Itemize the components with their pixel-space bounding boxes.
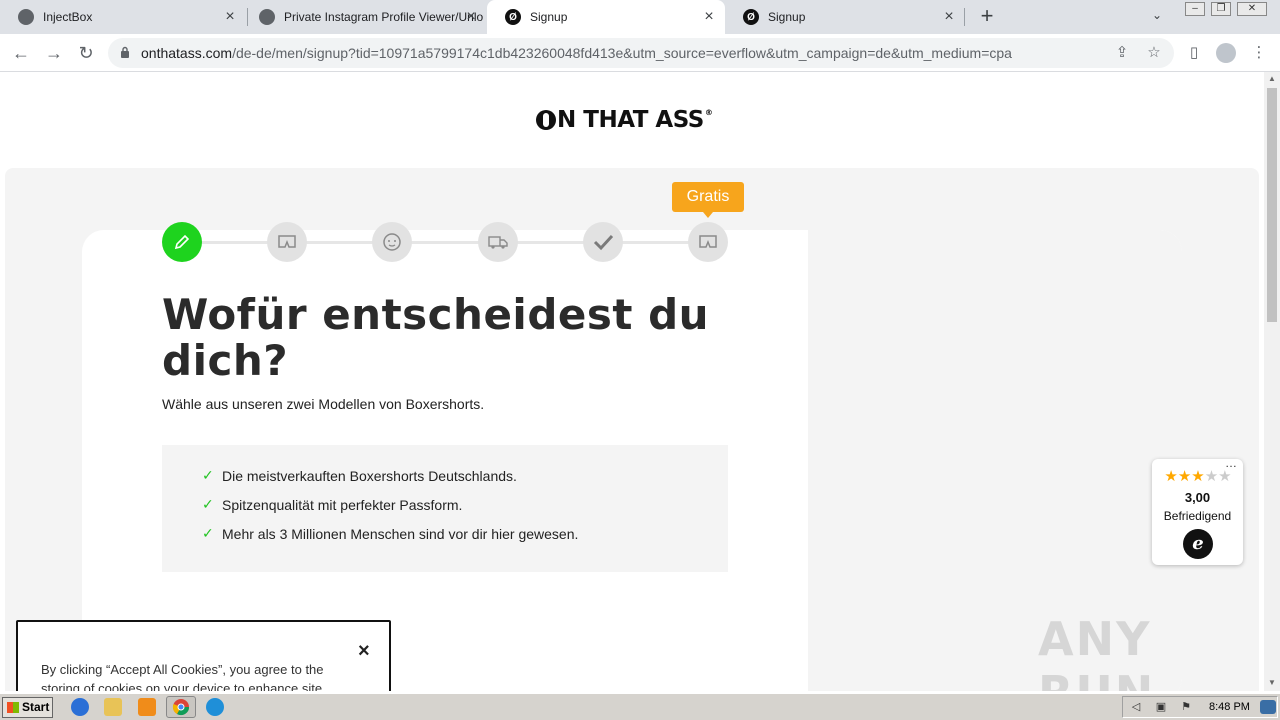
network-icon[interactable]: ▣ [1154, 701, 1168, 714]
benefit-text: Spitzenqualität mit perfekter Passform. [222, 496, 463, 513]
show-desktop-icon[interactable] [1260, 700, 1276, 714]
profile-avatar-icon[interactable] [1216, 43, 1236, 63]
logo-mark-icon [536, 110, 556, 130]
anyrun-watermark: ANY RUN [1038, 612, 1153, 691]
gratis-badge: Gratis [672, 182, 744, 218]
benefit-text: Die meistverkauften Boxershorts Deutschl… [222, 467, 517, 484]
tab-divider [964, 8, 965, 26]
close-icon[interactable]: × [941, 9, 957, 25]
tab-injectbox[interactable]: InjectBox × [0, 0, 246, 34]
scroll-down-icon[interactable]: ▼ [1267, 678, 1277, 687]
page-scrollbar[interactable]: ▲ ▼ [1264, 72, 1280, 691]
benefit-item: ✓ Spitzenqualität mit perfekter Passform… [202, 496, 462, 513]
checkmark-icon: ✓ [202, 525, 214, 541]
tab-strip: InjectBox × Private Instagram Profile Vi… [0, 0, 1280, 34]
trusted-shops-e-icon: e [1183, 529, 1213, 559]
checkmark-icon: ✓ [202, 496, 214, 512]
globe-icon [259, 9, 275, 25]
step-gift-underwear-icon [688, 222, 728, 262]
ie-icon[interactable] [71, 698, 89, 716]
logo-registered: ® [704, 108, 713, 117]
checkmark-icon: ✓ [202, 467, 214, 483]
cookie-close-button[interactable]: × [358, 640, 370, 663]
rating-score: 3,00 [1184, 490, 1211, 505]
tab-signup[interactable]: Ø Signup × [725, 0, 965, 34]
rating-stars: ★★★★★ [1158, 467, 1238, 485]
explorer-folder-icon[interactable] [104, 698, 122, 716]
lock-icon[interactable] [120, 46, 130, 59]
star-empty-icon: ★ [1218, 468, 1232, 485]
cookie-consent-banner: × By clicking “Accept All Cookies”, you … [16, 620, 391, 691]
step-face-icon [372, 222, 412, 262]
tab-title: Signup [768, 10, 806, 24]
window-close-button[interactable]: ✕ [1237, 2, 1267, 16]
media-player-icon[interactable] [138, 698, 156, 716]
benefit-item: ✓ Die meistverkauften Boxershorts Deutsc… [202, 467, 517, 484]
star-filled-icon: ★ [1191, 468, 1205, 485]
share-icon[interactable]: ⇪ [1114, 45, 1130, 61]
benefit-item: ✓ Mehr als 3 Millionen Menschen sind vor… [202, 525, 578, 542]
flag-icon[interactable]: ⚑ [1179, 701, 1193, 714]
step-truck-icon [478, 222, 518, 262]
forward-button[interactable]: → [43, 42, 65, 64]
star-filled-icon: ★ [1164, 468, 1178, 485]
benefit-text: Mehr als 3 Millionen Menschen sind vor d… [222, 525, 579, 542]
rating-grade: Befriedigend [1163, 509, 1232, 523]
stepper-track [182, 241, 708, 244]
page-subtitle: Wähle aus unseren zwei Modellen von Boxe… [162, 396, 485, 412]
tab-title: Private Instagram Profile Viewer/Unlo [284, 10, 484, 24]
url-host: onthatass.com [141, 45, 233, 61]
logo-text: N THAT ASS [557, 107, 704, 133]
side-panel-icon[interactable]: ▯ [1184, 43, 1204, 63]
windows-logo-icon [7, 702, 19, 713]
system-tray: ◁ ▣ ⚑ 8:48 PM [1122, 696, 1278, 718]
tab-signup-active[interactable]: Ø Signup × [487, 0, 725, 34]
tab-instagram-viewer[interactable]: Private Instagram Profile Viewer/Unlo × [241, 0, 487, 34]
step-checkmark-icon [583, 222, 623, 262]
scroll-up-icon[interactable]: ▲ [1267, 74, 1277, 83]
browser-toolbar: ← → ↻ onthatass.com/de-de/men/signup?tid… [0, 34, 1280, 72]
tab-title: InjectBox [43, 10, 93, 24]
url-text: onthatass.com/de-de/men/signup?tid=10971… [141, 45, 1012, 61]
progress-stepper [162, 222, 728, 262]
close-icon[interactable]: × [463, 9, 479, 25]
star-empty-icon: ★ [1204, 468, 1219, 485]
scrollbar-thumb[interactable] [1267, 88, 1277, 322]
restore-button[interactable]: ❐ [1211, 2, 1231, 16]
windows-taskbar: Start ◁ ▣ ⚑ 8:48 PM [0, 693, 1280, 720]
volume-icon[interactable]: ◁ [1129, 701, 1143, 714]
tab-title: Signup [530, 10, 568, 24]
globe-icon [18, 9, 34, 25]
close-icon[interactable]: × [222, 9, 238, 25]
reload-button[interactable]: ↻ [75, 42, 97, 64]
minimize-button[interactable]: – [1185, 2, 1205, 16]
chrome-taskbar-button[interactable] [166, 696, 196, 718]
start-label: Start [22, 700, 50, 714]
page-title: Wofür entscheidest du dich? [162, 290, 710, 385]
tab-search-chevron-down-icon[interactable]: ⌄ [1152, 8, 1162, 22]
edge-icon[interactable] [206, 698, 224, 716]
address-bar[interactable]: onthatass.com/de-de/men/signup?tid=10971… [108, 38, 1174, 68]
cookie-text: By clicking “Accept All Cookies”, you ag… [41, 662, 324, 691]
onthatass-favicon-icon: Ø [743, 9, 759, 25]
onthatass-favicon-icon: Ø [505, 9, 521, 25]
start-button[interactable]: Start [2, 697, 53, 718]
menu-kebab-icon[interactable]: ⋮ [1249, 43, 1269, 63]
new-tab-button[interactable]: + [977, 5, 997, 27]
benefits-box: ✓ Die meistverkauften Boxershorts Deutsc… [162, 445, 728, 572]
trusted-shops-badge[interactable]: … ★★★★★ 3,00 Befriedigend e [1152, 456, 1243, 565]
back-button[interactable]: ← [10, 42, 32, 64]
site-logo[interactable]: N THAT ASS ® [536, 107, 713, 133]
url-path: /de-de/men/signup?tid=10971a5799174c1db4… [232, 45, 1012, 61]
bookmark-star-icon[interactable]: ☆ [1146, 45, 1162, 61]
close-icon[interactable]: × [701, 9, 717, 25]
page-viewport: N THAT ASS ® Gratis Wofür entscheidest d… [0, 72, 1264, 691]
clock[interactable]: 8:48 PM [1209, 701, 1250, 713]
star-filled-icon: ★ [1177, 468, 1192, 485]
step-pencil-icon [162, 222, 202, 262]
step-underwear-icon [267, 222, 307, 262]
chrome-icon [172, 699, 190, 716]
